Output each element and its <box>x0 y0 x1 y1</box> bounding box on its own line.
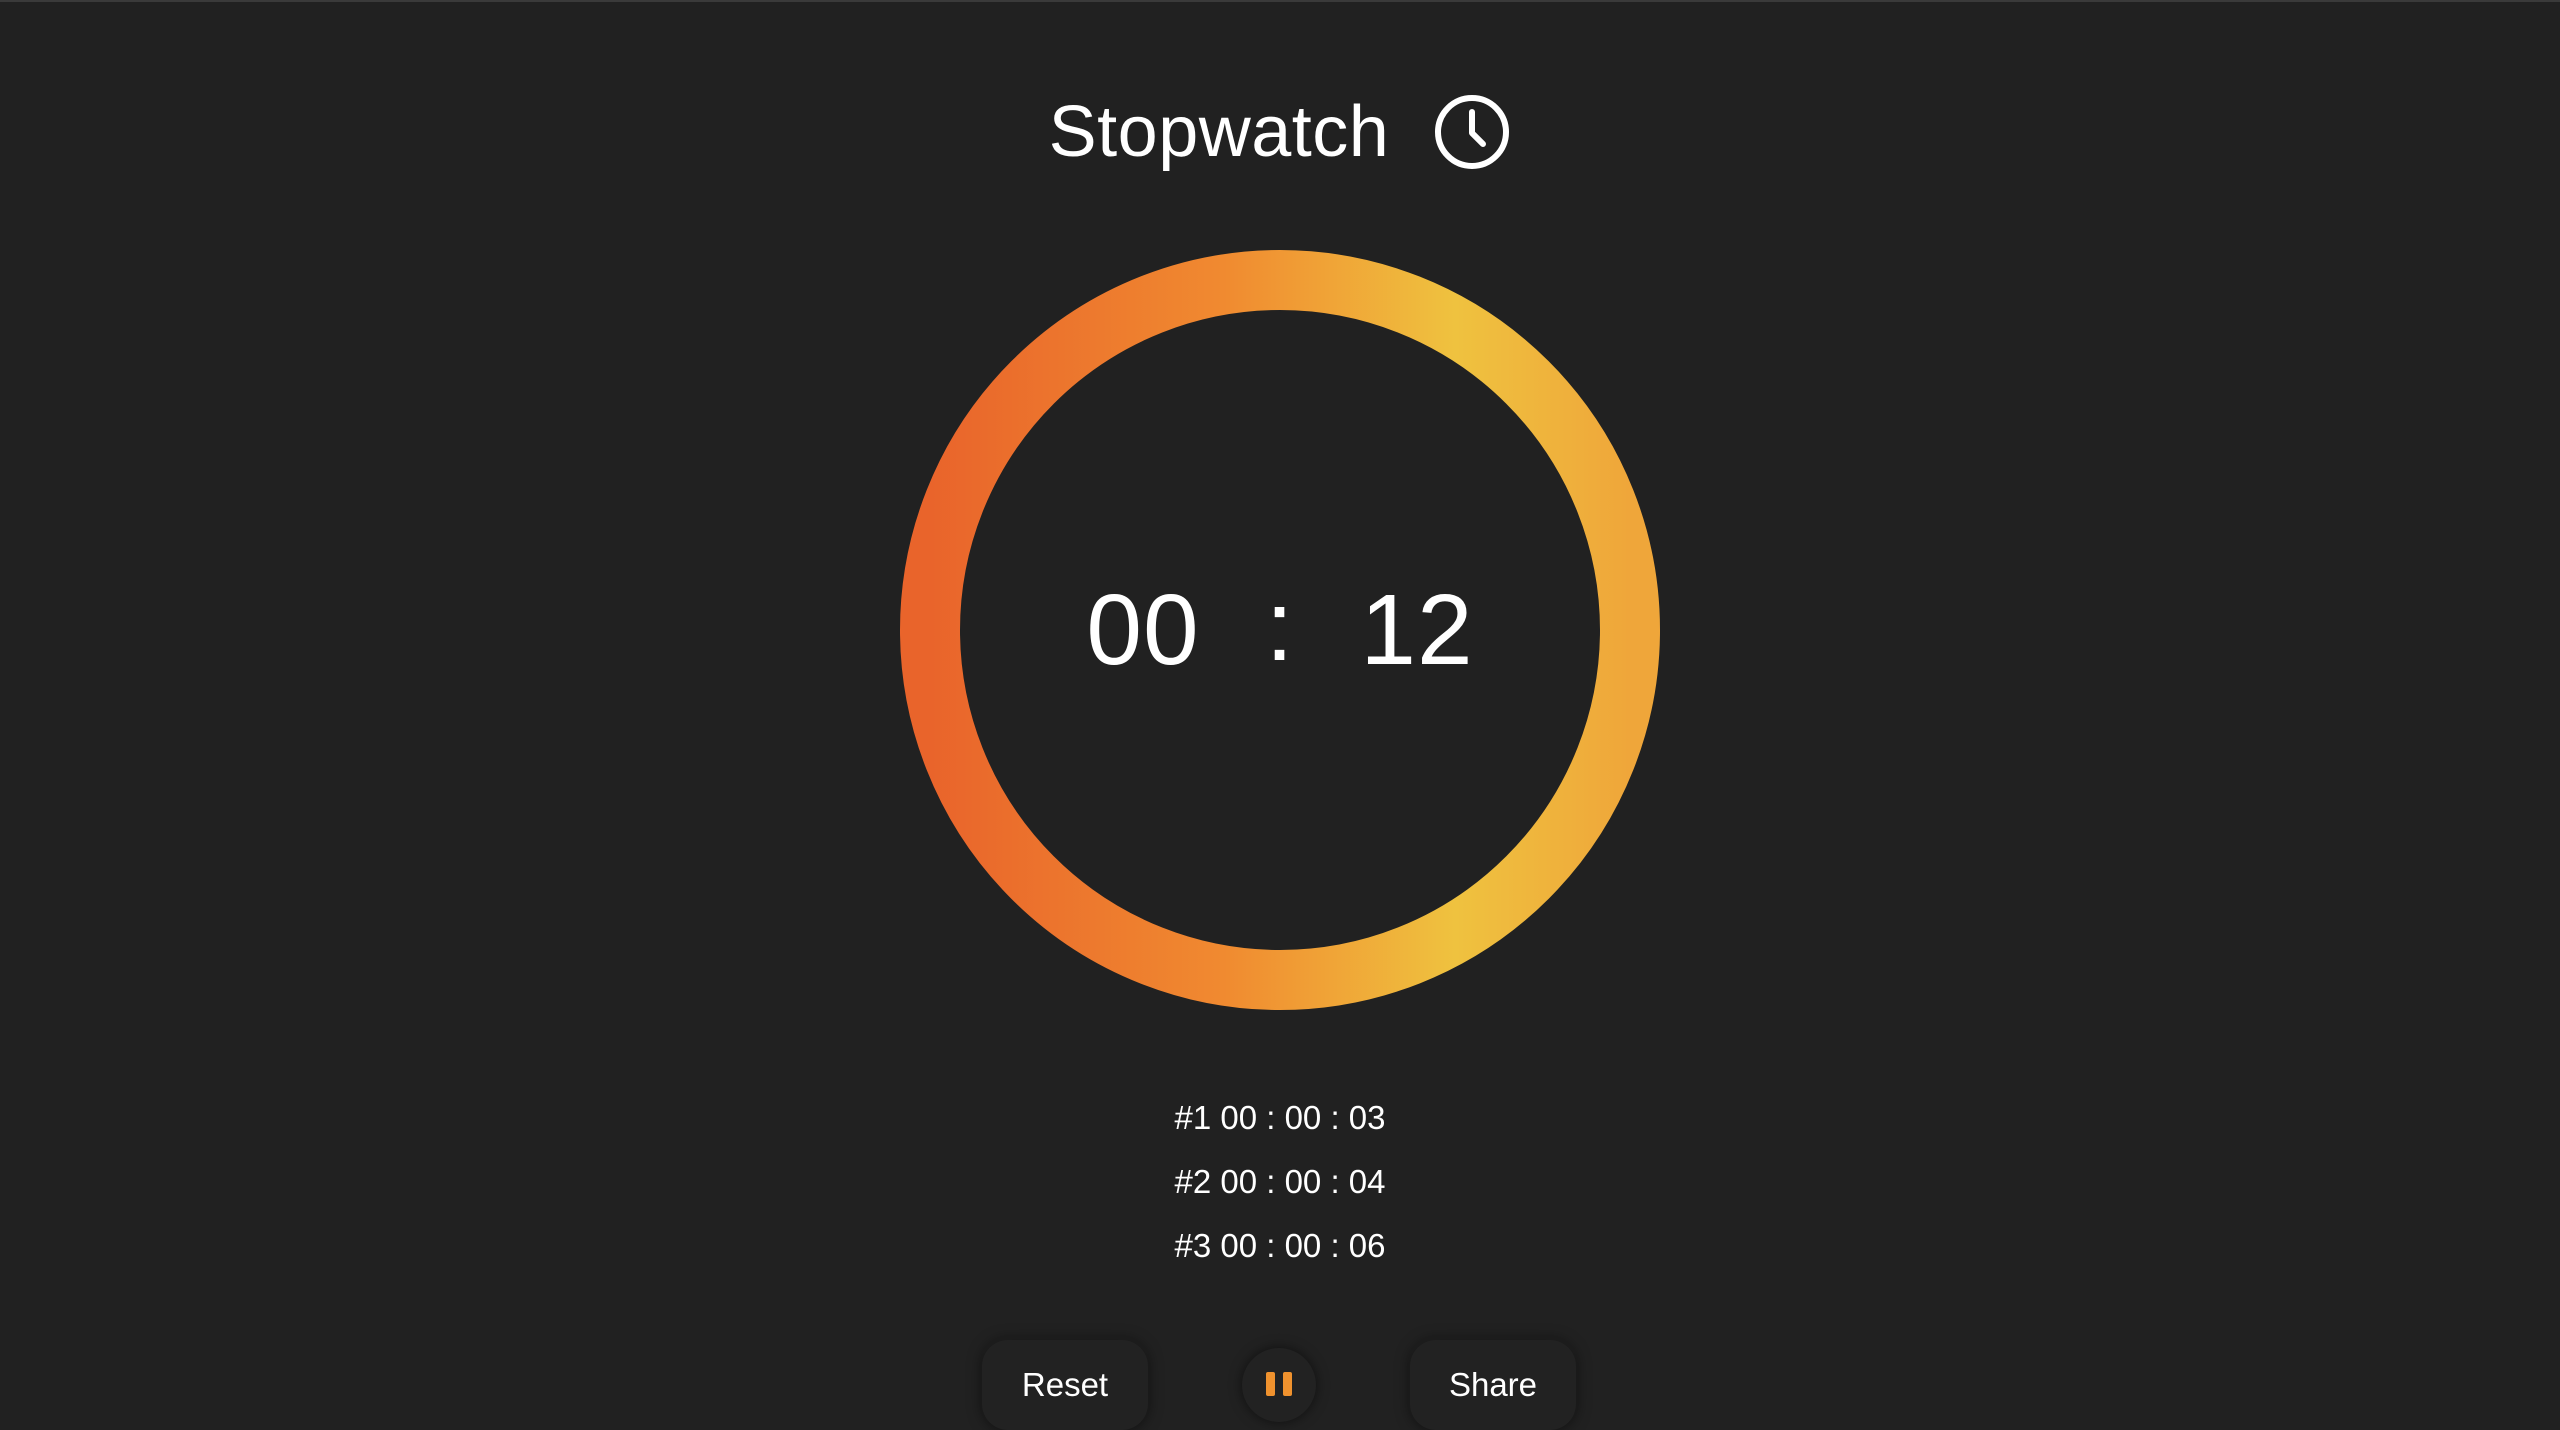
lap-item: #2 00 : 00 : 04 <box>1174 1163 1386 1200</box>
share-button[interactable]: Share <box>1410 1340 1576 1430</box>
lap-list: #1 00 : 00 : 03 #2 00 : 00 : 04 #3 00 : … <box>0 1086 2560 1278</box>
timer-display: 00 : 12 <box>898 248 1662 1012</box>
reset-button[interactable]: Reset <box>982 1340 1148 1430</box>
timer-ring: 00 : 12 <box>898 248 1662 1012</box>
page-title: Stopwatch <box>1048 92 1390 172</box>
timer-minutes: 00 <box>1086 573 1200 686</box>
clock-icon <box>1435 95 1510 169</box>
window-top-border <box>0 0 2560 2</box>
lap-item: #1 00 : 00 : 03 <box>1174 1099 1386 1136</box>
timer-seconds: 12 <box>1360 573 1474 686</box>
pause-icon <box>1266 1372 1275 1396</box>
timer-separator: : <box>1265 569 1295 682</box>
pause-icon <box>1283 1372 1292 1396</box>
pause-button[interactable] <box>1242 1348 1316 1422</box>
lap-item: #3 00 : 00 : 06 <box>1174 1227 1386 1264</box>
header: Stopwatch <box>0 84 2560 180</box>
